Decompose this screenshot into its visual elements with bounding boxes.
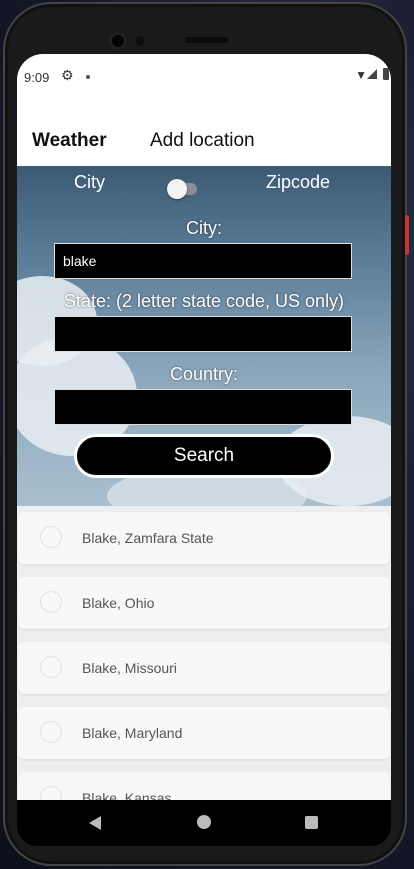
dot-icon <box>86 75 90 79</box>
country-label: Country: <box>169 364 239 384</box>
back-icon[interactable] <box>89 816 101 830</box>
gear-icon: ⚙ <box>61 67 74 83</box>
radio-icon[interactable] <box>40 786 62 800</box>
list-item-label: Blake, Missouri <box>82 660 177 676</box>
list-item-label: Blake, Ohio <box>82 595 155 611</box>
city-label: City: <box>186 218 222 238</box>
radio-icon[interactable] <box>40 526 62 548</box>
wifi-icon: ▼ <box>355 68 367 82</box>
app-screen: 9:09 ⚙ ▼ Weather Add location City Zipco… <box>17 54 391 800</box>
city-input[interactable]: blake <box>54 243 352 279</box>
search-button[interactable]: Search <box>74 434 334 478</box>
toggle-knob[interactable] <box>167 179 187 199</box>
camera <box>109 32 127 50</box>
status-time: 9:09 <box>24 70 50 85</box>
list-item-label: Blake, Maryland <box>82 725 183 741</box>
list-item-label: Blake, Zamfara State <box>82 530 214 546</box>
speaker <box>185 37 229 43</box>
battery-icon <box>383 68 389 80</box>
list-item[interactable]: Blake, Ohio <box>18 577 390 629</box>
radio-icon[interactable] <box>40 721 62 743</box>
toggle-label-zipcode: Zipcode <box>266 172 331 192</box>
toggle-label-city: City <box>74 172 105 192</box>
tab-add-location[interactable]: Add location <box>150 130 255 152</box>
signal-icon <box>367 69 377 79</box>
state-input[interactable] <box>54 316 352 352</box>
country-input[interactable] <box>54 389 352 425</box>
list-item[interactable]: Blake, Zamfara State <box>18 512 390 564</box>
list-item[interactable]: Blake, Missouri <box>18 642 390 694</box>
list-item[interactable]: Blake, Kansas <box>18 772 390 800</box>
status-bar: 9:09 ⚙ ▼ <box>17 54 391 98</box>
tab-bar: Weather Add location <box>17 114 391 166</box>
list-item[interactable]: Blake, Maryland <box>18 707 390 759</box>
radio-icon[interactable] <box>40 656 62 678</box>
radio-icon[interactable] <box>40 591 62 613</box>
recents-icon[interactable] <box>305 816 318 829</box>
side-button <box>405 215 409 255</box>
home-icon[interactable] <box>197 815 211 829</box>
tab-weather[interactable]: Weather <box>32 130 107 152</box>
navigation-bar <box>17 800 391 846</box>
results-list: Blake, Zamfara State Blake, Ohio Blake, … <box>17 506 391 800</box>
state-label: State: (2 letter state code, US only) <box>63 291 345 311</box>
sensor <box>136 36 144 46</box>
search-panel: City Zipcode City: blake State: (2 lette… <box>17 166 391 506</box>
list-item-label: Blake, Kansas <box>82 790 172 800</box>
